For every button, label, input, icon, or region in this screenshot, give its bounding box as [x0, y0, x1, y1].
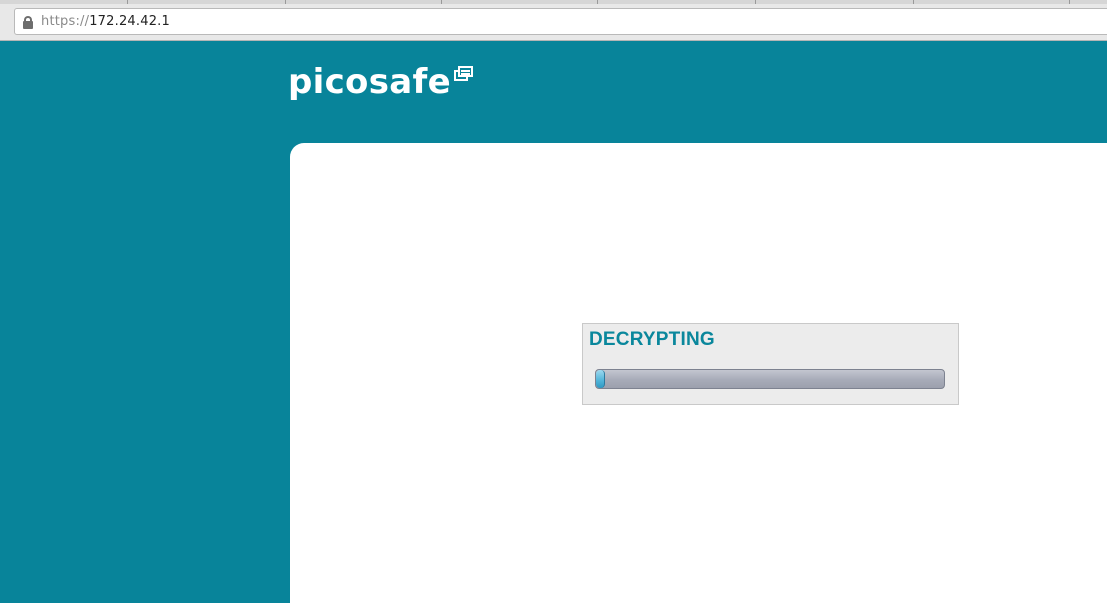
tab-strip[interactable] [0, 0, 1107, 4]
url-host: 172.24.42.1 [89, 14, 170, 29]
address-bar[interactable]: https://172.24.42.1 [14, 8, 1107, 35]
tab-separator [127, 0, 128, 4]
lock-icon[interactable] [23, 15, 33, 29]
progress-title: DECRYPTING [589, 329, 715, 350]
tab-separator [285, 0, 286, 4]
brand: picosafe [288, 62, 473, 102]
tab-separator [755, 0, 756, 4]
browser-chrome: https://172.24.42.1 [0, 0, 1107, 41]
progress-dialog: DECRYPTING [582, 323, 959, 405]
tab-separator [913, 0, 914, 4]
progress-bar [595, 369, 945, 389]
picosafe-logo-icon [453, 66, 473, 82]
url-scheme: https:// [41, 14, 90, 29]
tab-separator [1069, 0, 1070, 4]
url-text[interactable]: https://172.24.42.1 [41, 14, 170, 29]
progress-bar-fill [596, 370, 605, 388]
tab-separator [597, 0, 598, 4]
tab-separator [441, 0, 442, 4]
brand-name: picosafe [288, 62, 451, 102]
page-header: picosafe [0, 42, 1107, 143]
